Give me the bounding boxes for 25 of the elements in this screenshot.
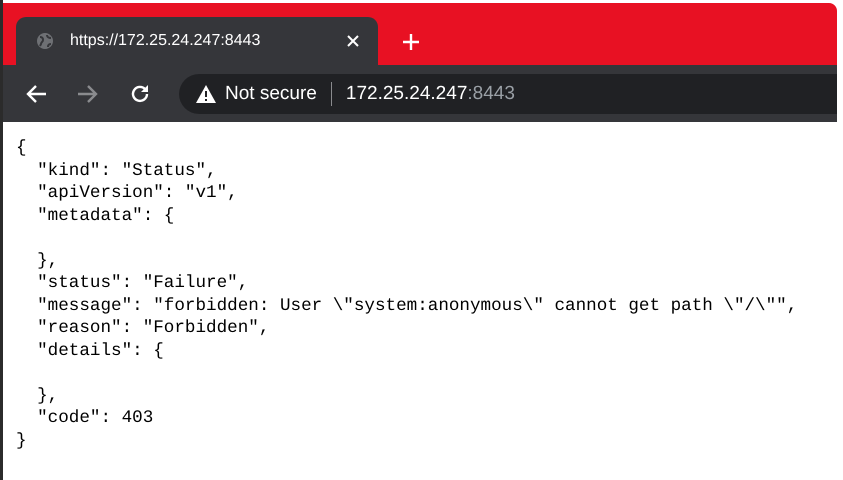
warning-icon	[195, 84, 217, 104]
code-line: },	[36, 384, 60, 407]
forward-arrow-icon[interactable]	[77, 84, 99, 104]
code-line: "kind": "Status",	[36, 160, 218, 182]
code-line: "code": 403	[36, 407, 154, 430]
code-line: }	[16, 430, 28, 452]
code-line: "apiVersion": "v1",	[36, 182, 239, 204]
url-port: :8443	[467, 82, 515, 104]
browser-tab[interactable]: https://172.25.24.247:8443	[16, 17, 378, 65]
code-line: "message": "forbidden: User \"system:anonymous\" cannot get path \"/\"",	[36, 294, 798, 317]
close-icon[interactable]	[346, 34, 360, 48]
back-arrow-icon[interactable]	[25, 84, 47, 104]
code-line: "reason": "Forbidden",	[36, 317, 270, 340]
url-host: 172.25.24.247	[346, 82, 468, 104]
security-label: Not secure	[225, 82, 317, 104]
code-line: "metadata": {	[36, 204, 176, 227]
globe-icon	[36, 32, 54, 50]
address-bar[interactable]: Not secure 172.25.24.247:8443	[179, 74, 837, 114]
code-line: "status": "Failure",	[36, 272, 250, 294]
new-tab-icon[interactable]	[402, 33, 420, 51]
reload-icon[interactable]	[129, 82, 151, 104]
code-line: {	[16, 137, 28, 160]
code-line: "details": {	[36, 340, 165, 362]
tab-title: https://172.25.24.247:8443	[70, 32, 262, 50]
code-line: },	[36, 250, 60, 272]
